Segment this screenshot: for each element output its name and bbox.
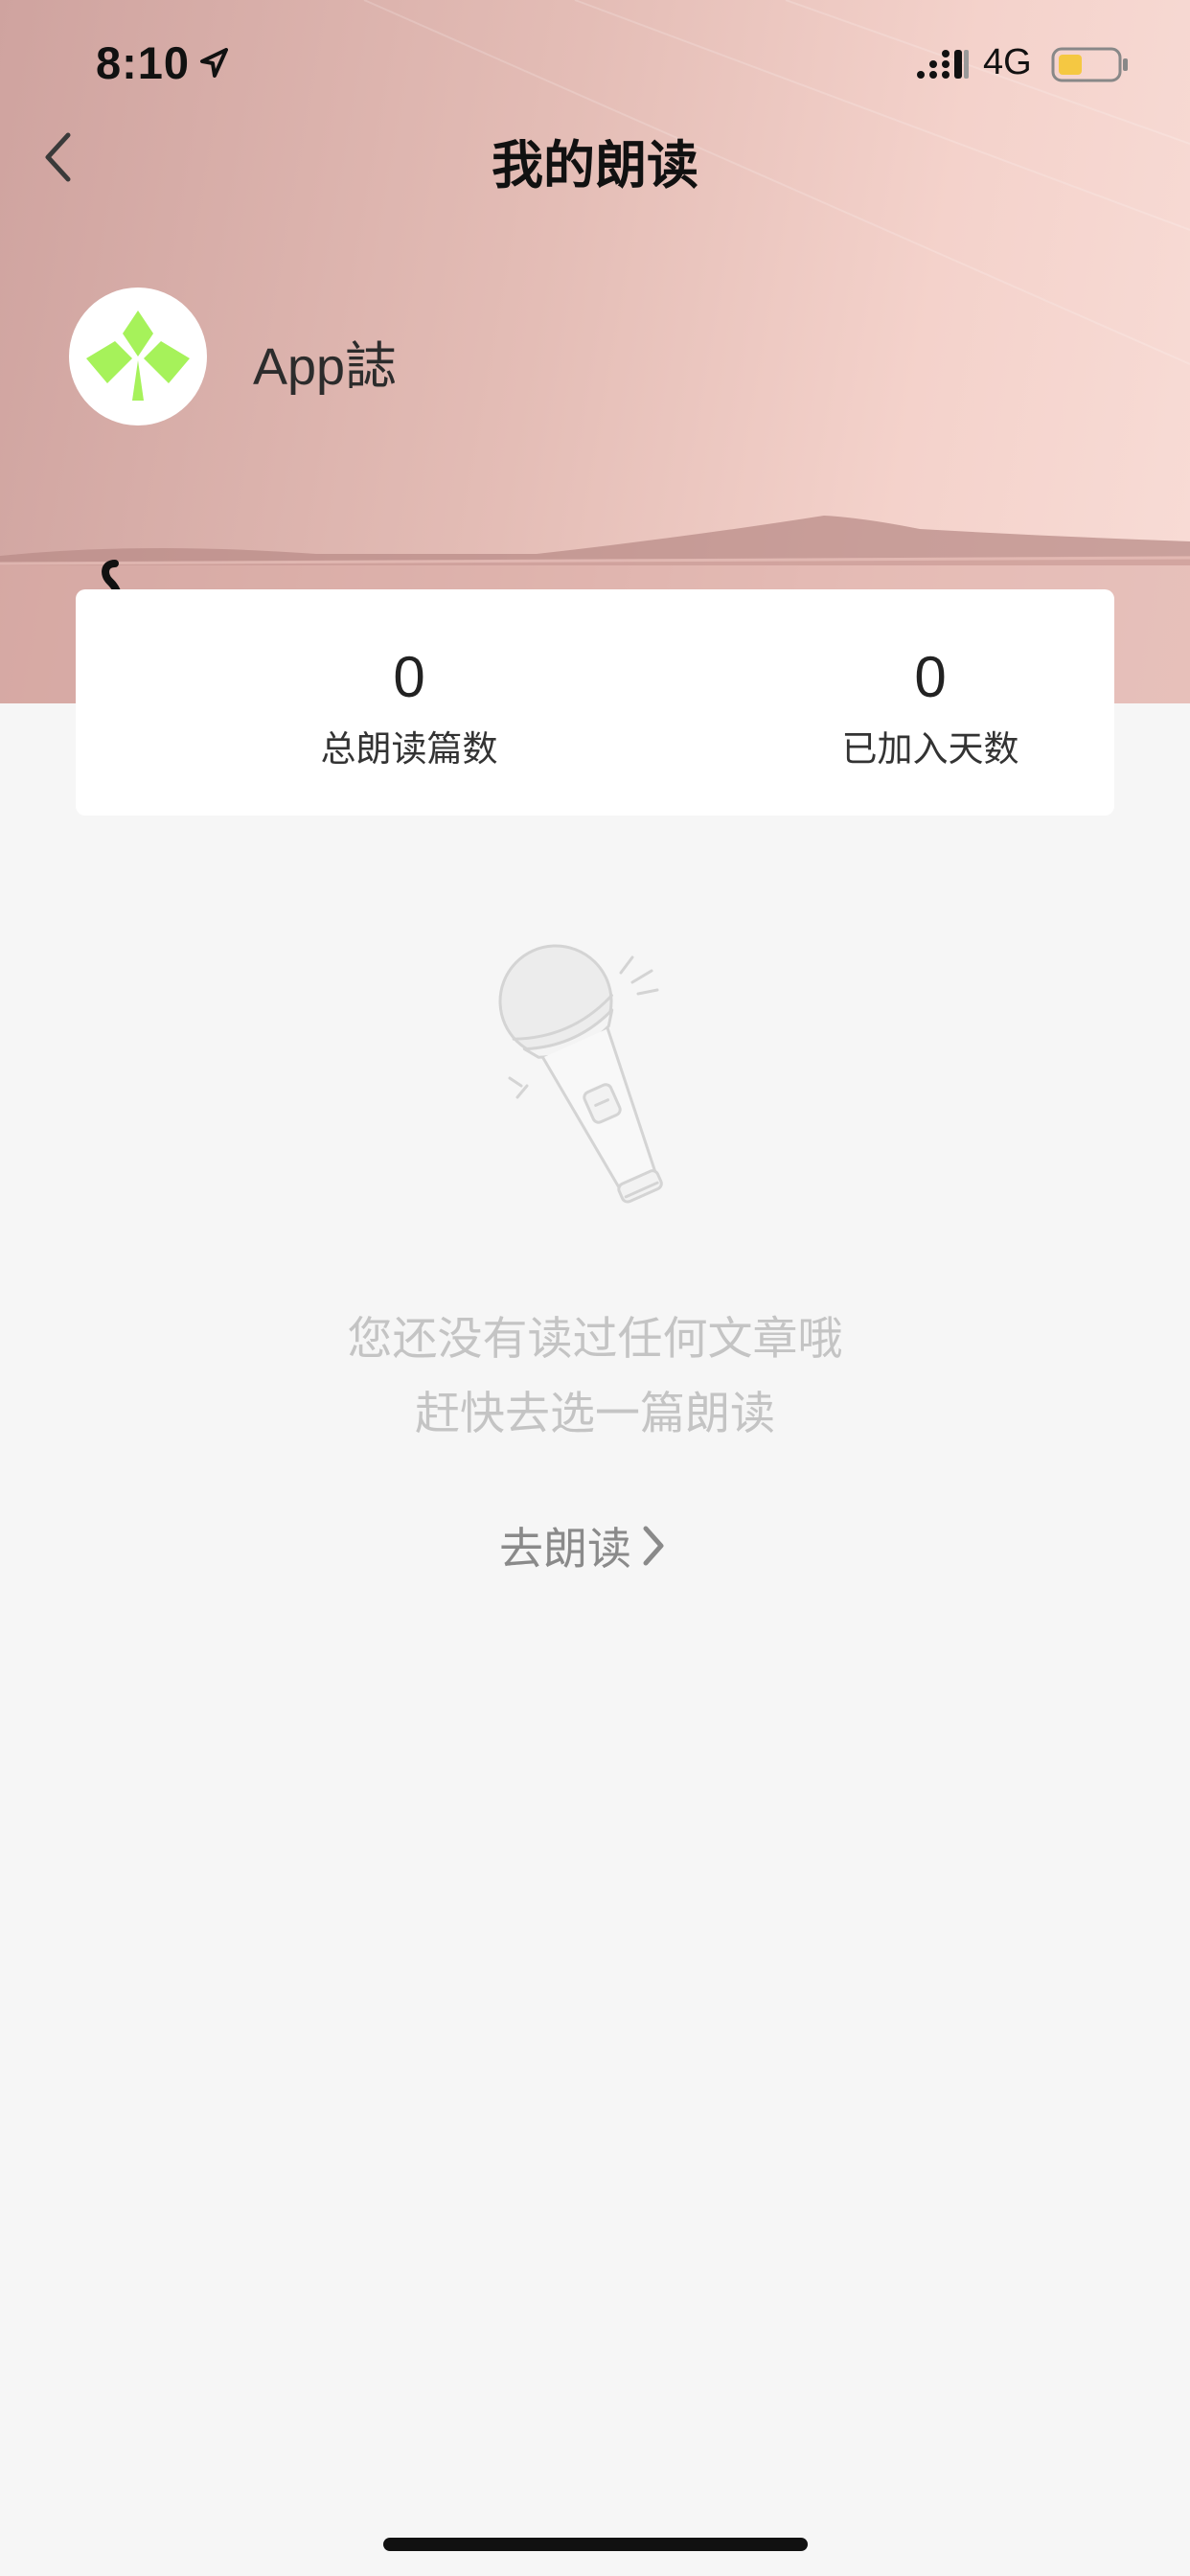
status-bar: 8:10 4G [0,0,1190,126]
avatar[interactable] [69,288,207,426]
location-arrow-icon [200,48,228,78]
stat-value: 0 [914,645,947,709]
go-read-label: 去朗读 [499,1523,631,1575]
stat-total-articles: 0 总朗读篇数 [265,647,553,771]
page-title: 我的朗读 [492,135,698,196]
chevron-right-icon [643,1526,664,1566]
battery-icon [1051,47,1128,82]
nav-bar: 我的朗读 [0,115,1190,201]
username: App誌 [253,338,398,396]
stat-joined-days: 0 已加入天数 [787,647,1074,771]
home-indicator [383,2538,808,2551]
empty-state-message: 您还没有读过任何文章哦 [347,1313,843,1366]
stat-value: 0 [393,645,425,709]
stats-card: 0 总朗读篇数 0 已加入天数 [76,589,1114,816]
network-type: 4G [983,42,1032,82]
signal-icon [917,50,969,79]
stat-label: 总朗读篇数 [320,728,498,770]
status-time: 8:10 [96,37,191,88]
stat-label: 已加入天数 [841,728,1019,770]
reading-page: 8:10 4G 我的朗读 App誌 0 总朗读篇数 0 已加入天数 您还没有读过… [0,0,1190,2576]
go-read-button[interactable]: 去朗读 [499,1514,666,1577]
clover-logo-icon [86,310,190,401]
microphone-icon [498,944,663,1204]
empty-state-hint: 赶快去选一篇朗读 [415,1388,775,1440]
